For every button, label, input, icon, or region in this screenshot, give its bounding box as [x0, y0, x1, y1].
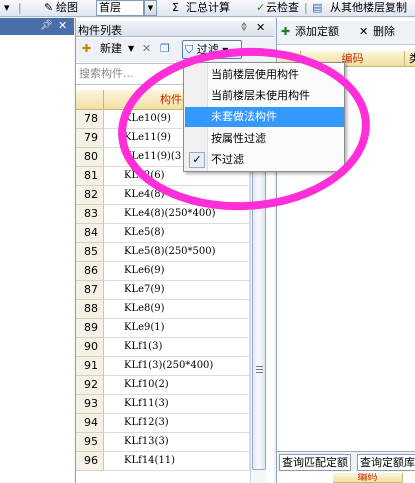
- row-number: 79: [76, 129, 104, 148]
- row-number: 80: [76, 148, 104, 167]
- row-number: 83: [76, 205, 104, 224]
- component-name-cell[interactable]: KLf13(3): [104, 433, 250, 452]
- close-icon[interactable]: ✕: [256, 21, 265, 34]
- component-name-cell[interactable]: KLf10(2): [104, 376, 250, 395]
- row-number: 94: [76, 414, 104, 433]
- table-row[interactable]: 87 KLe7(9): [76, 281, 250, 300]
- component-name-cell[interactable]: KLe6(9): [104, 262, 250, 281]
- component-list-titlebar: 构件列表 ᛰ ✕: [76, 21, 274, 37]
- copy-from-floor-button[interactable]: 从其他楼层复制: [330, 0, 407, 17]
- component-name-cell[interactable]: KLe7(9): [104, 281, 250, 300]
- bottom-column-code[interactable]: 编码: [333, 473, 403, 483]
- component-list-title: 构件列表: [78, 24, 122, 37]
- row-number: 87: [76, 281, 104, 300]
- draw-icon[interactable]: ✎: [44, 0, 53, 17]
- component-name-cell[interactable]: KLf12(3): [104, 414, 250, 433]
- quota-tabs: 查询匹配定额 查询定额库: [277, 451, 415, 471]
- table-row[interactable]: 84 KLe5(8): [76, 224, 250, 243]
- table-row[interactable]: 94 KLf12(3): [76, 414, 250, 433]
- row-number: 82: [76, 186, 104, 205]
- left-panel-header: 📌︎ ✕: [0, 18, 74, 35]
- tab-quota-library[interactable]: 查询定额库: [357, 454, 415, 471]
- delete-button[interactable]: 删除: [373, 23, 395, 42]
- row-number: 89: [76, 319, 104, 338]
- table-row[interactable]: 85 KLe5(8)(250*500): [76, 243, 250, 262]
- pin-icon[interactable]: ᛰ: [241, 22, 247, 33]
- component-name-cell[interactable]: KLf1(3): [104, 338, 250, 357]
- pin-icon[interactable]: 📌︎: [40, 20, 53, 31]
- cloud-check-button[interactable]: 云检查: [266, 0, 299, 17]
- quota-toolbar: ✚ 添加定额 ✕ 删除: [277, 21, 415, 45]
- table-row[interactable]: 90 KLf1(3): [76, 338, 250, 357]
- main-toolbar: ▾ | ✎ 绘图 首层 ▼ Σ 汇总计算 ✓ 云检查 | ▤ 从其他楼层复制: [0, 0, 415, 17]
- row-number: 84: [76, 224, 104, 243]
- row-number: 78: [76, 110, 104, 129]
- cloud-check-icon[interactable]: ✓: [256, 0, 265, 17]
- table-row[interactable]: 91 KLf1(3)(250*400): [76, 357, 250, 376]
- component-name-cell[interactable]: KLe5(8)(250*500): [104, 243, 250, 262]
- quota-bottom-grid-header: 编码: [277, 473, 415, 483]
- add-quota-button[interactable]: 添加定额: [295, 23, 339, 42]
- table-row[interactable]: 96 KLf14(11): [76, 452, 250, 471]
- sum-icon[interactable]: Σ: [172, 0, 179, 17]
- delete-icon[interactable]: ✕: [142, 40, 151, 59]
- row-number: 95: [76, 433, 104, 452]
- draw-button[interactable]: 绘图: [56, 0, 78, 17]
- row-number: 85: [76, 243, 104, 262]
- new-chevron-down-icon[interactable]: ▼: [128, 40, 134, 59]
- table-row[interactable]: 93 KLf11(3): [76, 395, 250, 414]
- toolbar-separator: |: [304, 1, 308, 14]
- row-number: 93: [76, 395, 104, 414]
- row-number-header: [76, 90, 104, 110]
- quota-column-type[interactable]: 类: [405, 51, 415, 67]
- copy-icon[interactable]: ❐: [160, 40, 170, 59]
- toolbar-chevron-icon[interactable]: ▾: [4, 0, 10, 17]
- add-quota-icon[interactable]: ✚: [281, 23, 290, 42]
- row-number: 96: [76, 452, 104, 471]
- table-row[interactable]: 86 KLe6(9): [76, 262, 250, 281]
- floor-select-chevron-down-icon[interactable]: ▼: [144, 0, 157, 16]
- floor-select-value: 首层: [99, 1, 121, 14]
- row-number: 91: [76, 357, 104, 376]
- component-name-cell[interactable]: KLe9(1): [104, 319, 250, 338]
- toolbar-separator: |: [18, 1, 22, 14]
- left-panel: 📌︎ ✕: [0, 18, 74, 483]
- sum-calc-button[interactable]: 汇总计算: [186, 0, 230, 17]
- row-number: 92: [76, 376, 104, 395]
- table-row[interactable]: 92 KLf10(2): [76, 376, 250, 395]
- table-row[interactable]: 89 KLe9(1): [76, 319, 250, 338]
- delete-icon[interactable]: ✕: [359, 23, 368, 42]
- row-number: 81: [76, 167, 104, 186]
- close-icon[interactable]: ✕: [58, 19, 67, 32]
- scrollbar-thumb[interactable]: [252, 170, 266, 470]
- row-number: 86: [76, 262, 104, 281]
- scrollbar-grip-icon: [256, 366, 263, 375]
- component-name-cell[interactable]: KLf11(3): [104, 395, 250, 414]
- component-name-cell[interactable]: KLe8(9): [104, 300, 250, 319]
- filter-funnel-icon: ⛉: [185, 43, 194, 56]
- component-name-cell[interactable]: KLf14(11): [104, 452, 250, 471]
- new-icon[interactable]: ✚: [82, 40, 91, 59]
- row-number: 88: [76, 300, 104, 319]
- tab-match-quota[interactable]: 查询匹配定额: [279, 454, 351, 471]
- component-name-cell[interactable]: KLf1(3)(250*400): [104, 357, 250, 376]
- table-row[interactable]: 95 KLf13(3): [76, 433, 250, 452]
- floor-select[interactable]: 首层: [96, 0, 144, 16]
- copy-floor-icon[interactable]: ▤: [312, 0, 322, 17]
- table-row[interactable]: 88 KLe8(9): [76, 300, 250, 319]
- row-number: 90: [76, 338, 104, 357]
- component-name-cell[interactable]: KLe5(8): [104, 224, 250, 243]
- new-button[interactable]: 新建: [100, 40, 122, 59]
